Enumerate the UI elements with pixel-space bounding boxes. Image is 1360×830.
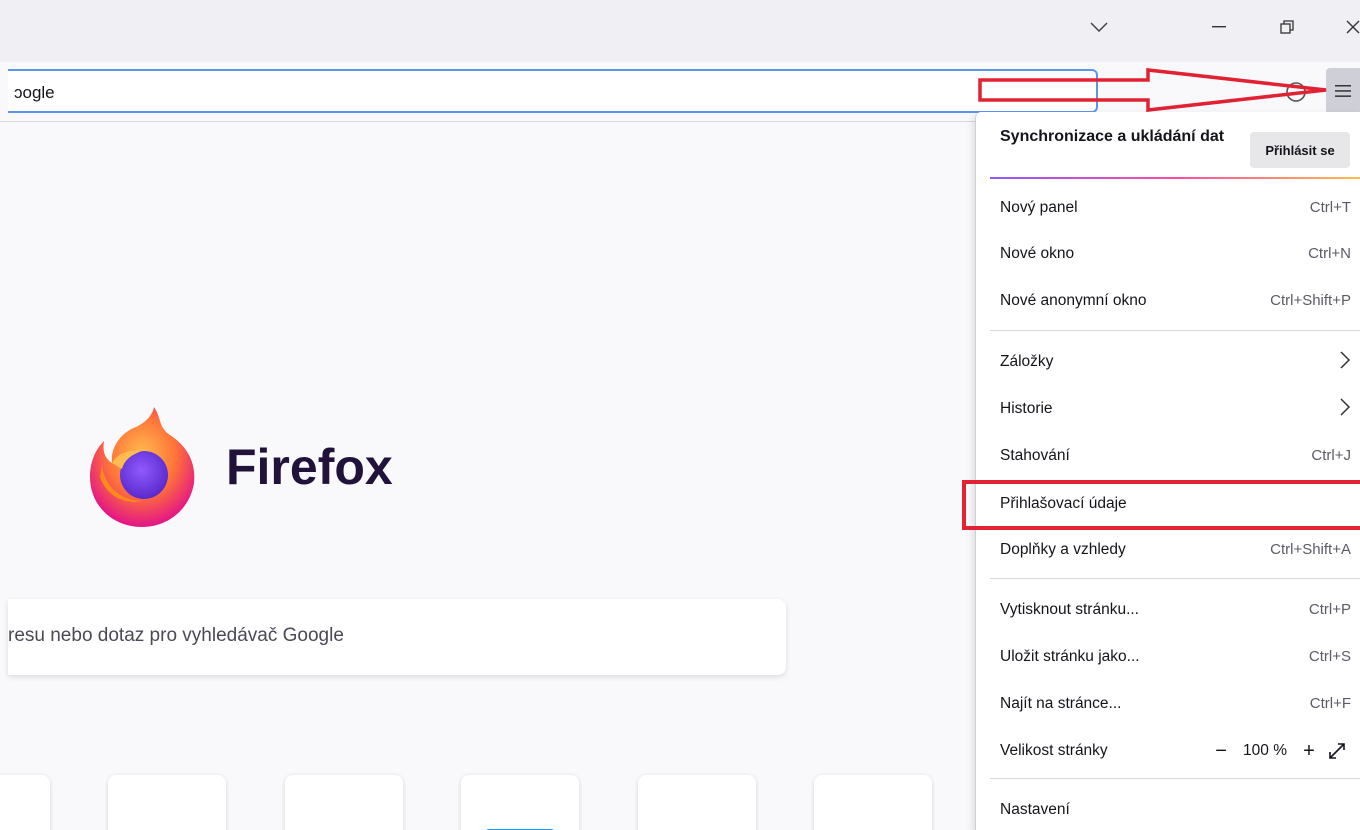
url-bar-text: ɔogle: [14, 83, 55, 102]
menu-item-label: Nastavení: [1000, 801, 1070, 818]
menu-item-label: Velikost stránky: [1000, 742, 1108, 759]
menu-item-label: Historie: [1000, 400, 1053, 417]
top-site-tile[interactable]: [0, 775, 50, 830]
menu-item-shortcut: Ctrl+Shift+A: [1270, 541, 1351, 558]
sign-in-button[interactable]: Přihlásit se: [1250, 132, 1350, 168]
close-icon: [1346, 20, 1360, 34]
top-site-tile[interactable]: [638, 775, 756, 830]
restore-button[interactable]: [1272, 12, 1302, 42]
minimize-button[interactable]: [1204, 12, 1234, 42]
zoom-controls: − 100 % +: [1207, 737, 1351, 765]
menu-item-settings[interactable]: Nastavení: [976, 788, 1360, 830]
menu-item-new-window[interactable]: Nové okno Ctrl+N: [976, 232, 1360, 276]
menu-item-bookmarks[interactable]: Záložky: [976, 340, 1360, 384]
zoom-out-button[interactable]: −: [1207, 737, 1235, 765]
menu-item-label: Vytisknout stránku...: [1000, 601, 1139, 618]
chevron-right-icon: [1340, 398, 1351, 416]
firefox-logo: Firefox: [84, 405, 393, 529]
menu-item-shortcut: Ctrl+N: [1308, 245, 1351, 262]
sync-section: Synchronizace a ukládání dat Přihlásit s…: [976, 112, 1360, 176]
menu-item-print[interactable]: Vytisknout stránku... Ctrl+P: [976, 588, 1360, 632]
newtab-search-input[interactable]: resu nebo dotaz pro vyhledávač Google: [8, 599, 786, 675]
menu-item-label: Najít na stránce...: [1000, 695, 1122, 712]
menu-item-label: Uložit stránku jako...: [1000, 648, 1140, 665]
chevron-down-icon: [1090, 22, 1108, 32]
top-site-tile[interactable]: [108, 775, 226, 830]
search-placeholder: resu nebo dotaz pro vyhledávač Google: [8, 625, 344, 646]
menu-item-shortcut: Ctrl+J: [1311, 447, 1351, 464]
top-site-tile[interactable]: [461, 775, 579, 830]
menu-item-downloads[interactable]: Stahování Ctrl+J: [976, 434, 1360, 478]
minimize-icon: [1212, 26, 1226, 28]
tracking-protection-button[interactable]: [1284, 80, 1308, 104]
url-bar[interactable]: ɔogle: [8, 69, 1098, 113]
menu-item-label: Doplňky a vzhledy: [1000, 541, 1126, 558]
menu-item-shortcut: Ctrl+F: [1309, 695, 1351, 712]
menu-item-label: Záložky: [1000, 353, 1054, 370]
menu-separator: [990, 778, 1360, 779]
menu-item-label: Nový panel: [1000, 199, 1078, 216]
zoom-level[interactable]: 100 %: [1243, 742, 1287, 760]
fullscreen-button[interactable]: [1323, 737, 1351, 765]
menu-item-shortcut: Ctrl+Shift+P: [1270, 292, 1351, 309]
menu-item-history[interactable]: Historie: [976, 387, 1360, 431]
menu-item-label: Nové anonymní okno: [1000, 292, 1147, 309]
app-menu-panel: Synchronizace a ukládání dat Přihlásit s…: [975, 112, 1360, 830]
sync-label: Synchronizace a ukládání dat: [1000, 128, 1225, 145]
menu-item-new-tab[interactable]: Nový panel Ctrl+T: [976, 186, 1360, 230]
tab-strip: [0, 0, 1360, 62]
menu-item-label: Přihlašovací údaje: [1000, 495, 1127, 512]
menu-item-addons-themes[interactable]: Doplňky a vzhledy Ctrl+Shift+A: [976, 528, 1360, 572]
shield-icon: [1286, 82, 1306, 102]
menu-item-new-private-window[interactable]: Nové anonymní okno Ctrl+Shift+P: [976, 279, 1360, 323]
firefox-wordmark: Firefox: [226, 439, 393, 495]
menu-item-find-in-page[interactable]: Najít na stránce... Ctrl+F: [976, 682, 1360, 726]
menu-item-label: Stahování: [1000, 447, 1070, 464]
menu-separator: [990, 578, 1360, 579]
hamburger-menu-icon: [1335, 85, 1351, 97]
zoom-in-button[interactable]: +: [1295, 737, 1323, 765]
sync-divider: [990, 177, 1360, 179]
menu-item-passwords[interactable]: Přihlašovací údaje: [976, 482, 1360, 526]
menu-item-zoom: Velikost stránky − 100 % +: [976, 729, 1360, 773]
app-menu-button[interactable]: [1326, 68, 1360, 114]
new-tab-page: Firefox resu nebo dotaz pro vyhledávač G…: [0, 123, 970, 830]
restore-icon: [1280, 20, 1294, 34]
menu-item-shortcut: Ctrl+S: [1308, 648, 1351, 665]
menu-item-shortcut: Ctrl+T: [1309, 199, 1351, 216]
chevron-right-icon: [1340, 351, 1351, 369]
close-button[interactable]: [1338, 12, 1360, 42]
menu-separator: [990, 330, 1360, 331]
menu-item-shortcut: Ctrl+P: [1308, 601, 1351, 618]
menu-item-label: Nové okno: [1000, 245, 1075, 262]
firefox-logo-icon: [90, 407, 195, 527]
top-site-tile[interactable]: [814, 775, 932, 830]
menu-item-save-page[interactable]: Uložit stránku jako... Ctrl+S: [976, 635, 1360, 679]
list-all-tabs-button[interactable]: [1084, 12, 1114, 42]
fullscreen-icon: [1329, 743, 1345, 759]
top-site-tile[interactable]: BB: [285, 775, 403, 830]
